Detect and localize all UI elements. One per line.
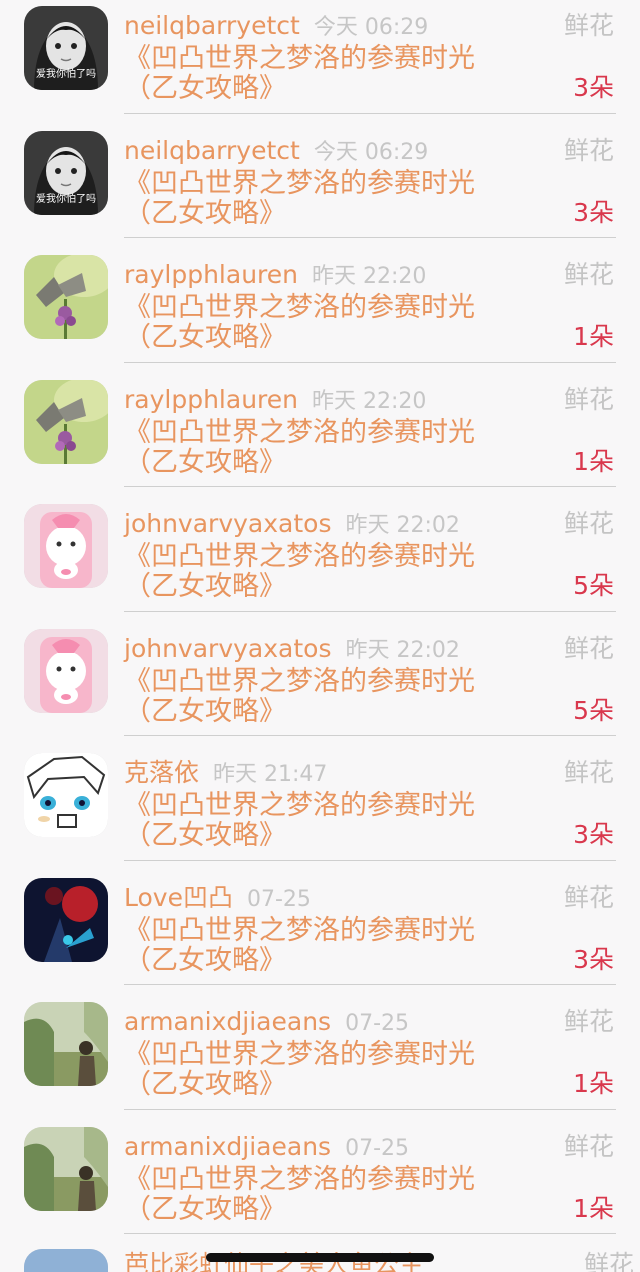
sender-line: neilqbarryetct 今天 06:29 (124, 135, 428, 169)
gift-type: 鲜花 (563, 260, 614, 289)
sender-name[interactable]: neilqbarryetct (124, 136, 300, 165)
gift-list[interactable]: 爱我你怕了吗 neilqbarryetct 今天 06:29 鲜花 《凹凸世界之梦洛的参… (0, 0, 640, 1245)
list-item[interactable]: 爱我你怕了吗 neilqbarryetct 今天 06:29 鲜花《凹凸世界之梦洛的参… (0, 125, 640, 250)
book-title-link[interactable]: 《凹凸世界之梦洛的参赛时光（乙女攻略》 (124, 293, 524, 353)
list-item[interactable]: 爱我你怕了吗 neilqbarryetct 今天 06:29 鲜花《凹凸世界之梦洛的参… (0, 0, 640, 125)
sender-line: johnvarvyaxatos 昨天 22:02 (124, 633, 460, 667)
gift-type: 鲜花 (563, 1007, 614, 1036)
sender-line: armanixdjiaeans 07-25 (124, 1006, 409, 1040)
book-title-link[interactable]: 《凹凸世界之梦洛的参赛时光（乙女攻略》 (124, 168, 524, 229)
sender-name[interactable]: johnvarvyaxatos (124, 634, 331, 663)
avatar-anime-icon[interactable] (24, 753, 108, 837)
sender-line: 克落依 昨天 21:47 (124, 757, 327, 791)
timestamp: 07-25 (345, 1011, 410, 1036)
gift-count: 1朵 (573, 446, 614, 476)
timestamp: 今天 06:29 (313, 139, 429, 165)
gift-type: 鲜花 (563, 135, 614, 165)
row-divider (124, 1233, 616, 1234)
timestamp: 昨天 22:20 (312, 264, 427, 289)
row-divider (124, 237, 616, 238)
timestamp: 昨天 22:02 (345, 513, 460, 538)
sender-name[interactable]: armanixdjiaeans (124, 1007, 331, 1036)
avatar-caption: 爱我你怕了吗 (36, 69, 96, 80)
list-item[interactable]: raylpphlauren 昨天 22:20 鲜花《凹凸世界之梦洛的参赛时光（乙女攻… (0, 249, 640, 374)
list-item[interactable]: johnvarvyaxatos 昨天 22:02 鲜花《凹凸世界之梦洛的参赛时光（乙… (0, 498, 640, 623)
timestamp: 昨天 22:02 (345, 637, 460, 663)
row-divider (124, 984, 616, 985)
sender-line: Love凹凸 07-25 (124, 882, 311, 916)
sender-name[interactable]: Love凹凸 (124, 883, 233, 912)
sender-name[interactable]: johnvarvyaxatos (124, 509, 331, 538)
timestamp: 昨天 21:47 (213, 762, 328, 787)
gift-type: 鲜花 (563, 384, 614, 414)
row-divider (124, 1108, 616, 1110)
gift-count: 3朵 (573, 73, 614, 102)
book-title-link[interactable]: 《凹凸世界之梦洛的参赛时光（乙女攻略》 (124, 417, 524, 478)
row-divider (124, 610, 616, 612)
book-title-link[interactable]: 《凹凸世界之梦洛的参赛时光（乙女攻略》 (124, 542, 524, 602)
timestamp: 昨天 22:20 (312, 388, 427, 414)
gift-record-page: 爱我你怕了吗 neilqbarryetct 今天 06:29 鲜花 《凹凸世界之梦洛的参… (0, 0, 640, 1272)
avatar-girl-bw-icon[interactable]: 爱我你怕了吗 (24, 130, 108, 215)
gift-count: 1朵 (573, 1193, 614, 1223)
gift-type: 鲜花 (563, 758, 614, 787)
avatar-butterfly-icon[interactable] (24, 255, 108, 339)
avatar-butterfly-icon[interactable] (24, 379, 108, 464)
sender-line: neilqbarryetct 今天 06:29 (124, 10, 428, 44)
list-item[interactable]: armanixdjiaeans 07-25 鲜花《凹凸世界之梦洛的参赛时光（乙女攻略… (0, 996, 640, 1121)
gift-type: 鲜花 (583, 1250, 634, 1272)
sender-line: raylpphlauren 昨天 22:20 (124, 259, 426, 293)
row-divider (124, 735, 616, 736)
timestamp: 07-25 (246, 886, 311, 912)
book-title-link[interactable]: 《凹凸世界之梦洛的参赛时光（乙女攻略》 (124, 1040, 524, 1100)
sender-line: raylpphlauren 昨天 22:20 (124, 384, 426, 418)
sender-name[interactable]: neilqbarryetct (124, 11, 300, 40)
gift-type: 鲜花 (563, 11, 614, 40)
book-title-link[interactable]: 《凹凸世界之梦洛的参赛时光（乙女攻略》 (124, 44, 524, 104)
avatar-sky-icon[interactable] (24, 1249, 108, 1272)
list-item[interactable]: raylpphlauren 昨天 22:20 鲜花《凹凸世界之梦洛的参赛时光（乙女攻… (0, 374, 640, 499)
sender-name[interactable]: raylpphlauren (124, 260, 298, 289)
avatar-pink-toy-icon[interactable] (24, 628, 108, 713)
avatar-nature-photo-icon[interactable] (24, 1126, 108, 1211)
sender-line: johnvarvyaxatos 昨天 22:02 (124, 508, 460, 542)
sender-line: armanixdjiaeans 07-25 (124, 1131, 409, 1165)
book-title-link[interactable]: 《凹凸世界之梦洛的参赛时光（乙女攻略》 (124, 1164, 524, 1225)
avatar-pink-toy-icon[interactable] (24, 504, 108, 588)
book-title-link[interactable]: 《凹凸世界之梦洛的参赛时光（乙女攻略》 (124, 666, 524, 727)
row-divider (124, 486, 616, 487)
gift-count: 3朵 (573, 197, 614, 227)
sender-name[interactable]: raylpphlauren (124, 385, 298, 414)
avatar-caption: 爱我你怕了吗 (36, 193, 96, 205)
gift-count: 5朵 (573, 695, 614, 725)
gift-count: 3朵 (573, 820, 614, 849)
list-item[interactable]: johnvarvyaxatos 昨天 22:02 鲜花《凹凸世界之梦洛的参赛时光（乙… (0, 623, 640, 748)
sender-name[interactable]: 克落依 (124, 758, 199, 787)
book-title-link[interactable]: 《凹凸世界之梦洛的参赛时光（乙女攻略》 (124, 915, 524, 976)
gift-count: 1朵 (573, 1069, 614, 1098)
timestamp: 07-25 (345, 1135, 410, 1161)
list-item[interactable]: armanixdjiaeans 07-25 鲜花《凹凸世界之梦洛的参赛时光（乙女攻略… (0, 1121, 640, 1246)
sender-name[interactable]: armanixdjiaeans (124, 1132, 331, 1161)
list-item[interactable]: Love凹凸 07-25 鲜花《凹凸世界之梦洛的参赛时光（乙女攻略》 3朵 (0, 872, 640, 997)
row-divider (124, 361, 616, 363)
gift-count: 3朵 (573, 944, 614, 974)
gift-type: 鲜花 (563, 882, 614, 912)
avatar-girl-bw-icon[interactable]: 爱我你怕了吗 (24, 6, 108, 90)
gift-count: 5朵 (573, 571, 614, 600)
home-indicator (206, 1253, 434, 1262)
list-item[interactable]: 克落依 昨天 21:47 鲜花《凹凸世界之梦洛的参赛时光（乙女攻略》 3朵 (0, 747, 640, 872)
row-divider (124, 859, 616, 861)
avatar-dark-art-icon[interactable] (24, 877, 108, 962)
book-title-link[interactable]: 《凹凸世界之梦洛的参赛时光（乙女攻略》 (124, 791, 524, 851)
gift-type: 鲜花 (563, 509, 614, 538)
gift-count: 1朵 (573, 322, 614, 351)
row-divider (124, 112, 616, 114)
timestamp: 今天 06:29 (313, 15, 429, 40)
avatar-nature-photo-icon[interactable] (24, 1002, 108, 1086)
gift-type: 鲜花 (563, 1131, 614, 1161)
gift-type: 鲜花 (563, 633, 614, 663)
